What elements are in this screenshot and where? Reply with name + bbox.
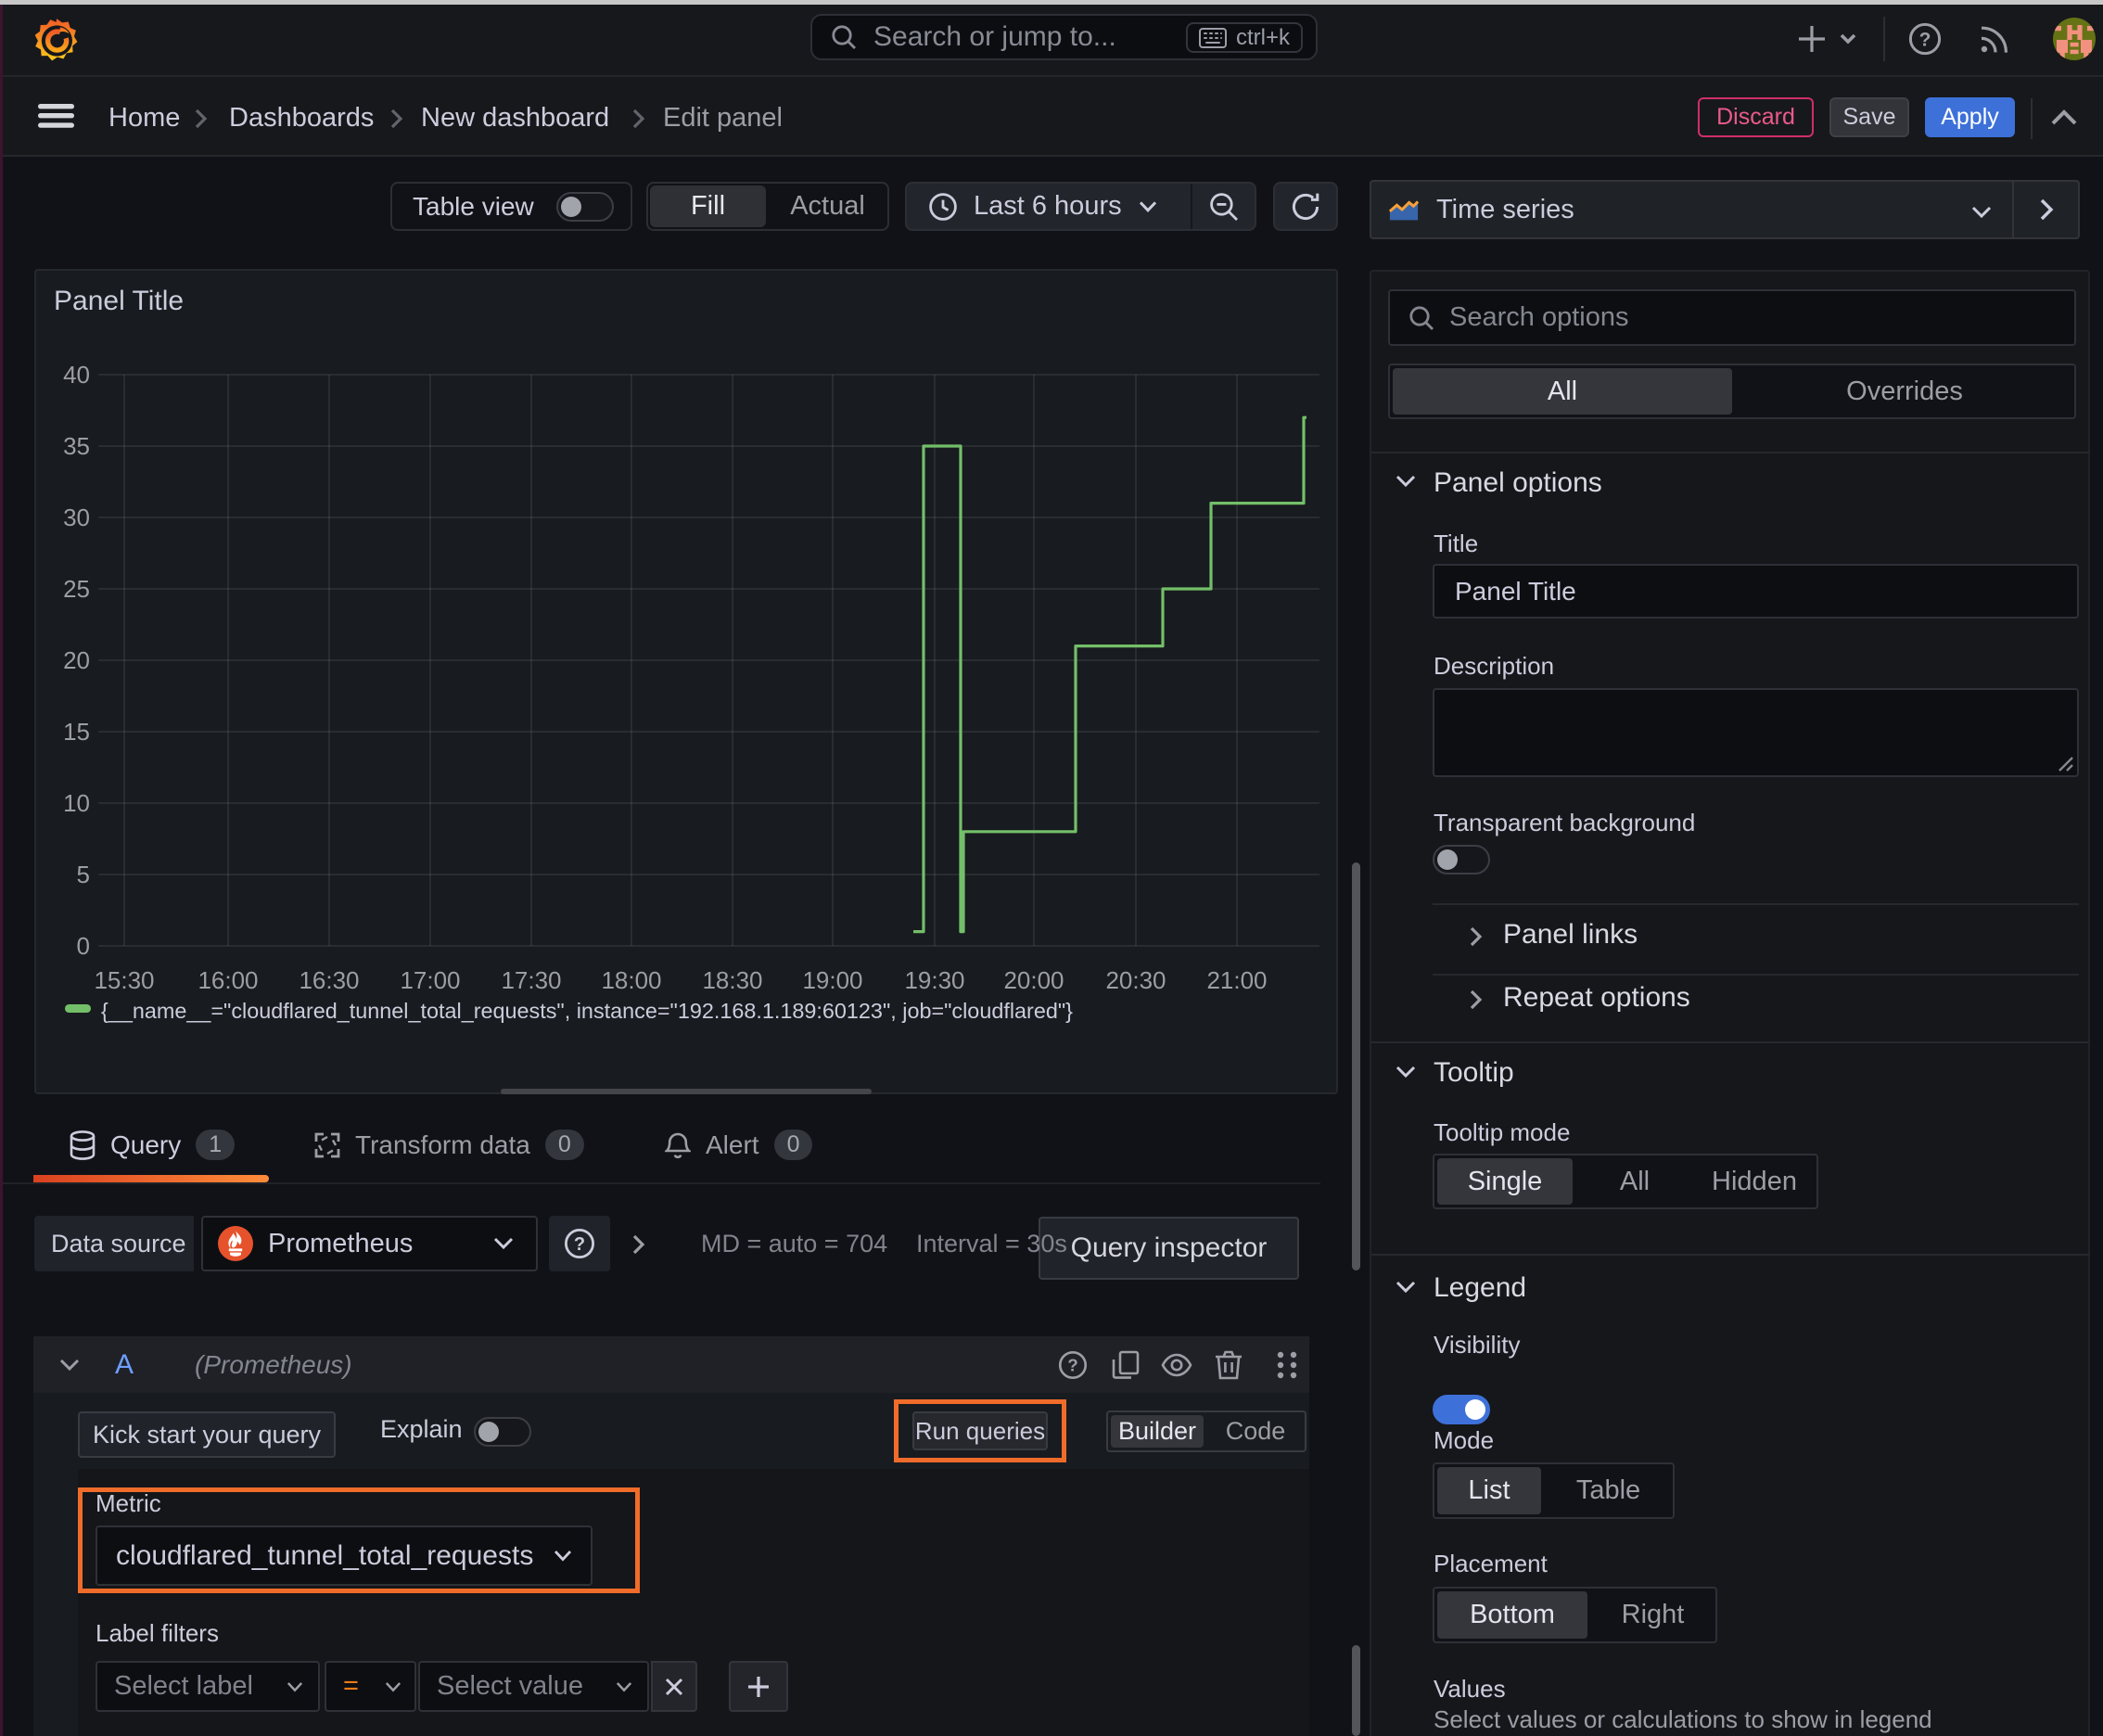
svg-text:16:30: 16:30 bbox=[299, 966, 359, 994]
svg-text:30: 30 bbox=[63, 504, 90, 531]
svg-text:20:00: 20:00 bbox=[1003, 966, 1064, 994]
svg-text:15: 15 bbox=[63, 718, 90, 746]
svg-text:19:30: 19:30 bbox=[904, 966, 964, 994]
svg-text:19:00: 19:00 bbox=[802, 966, 862, 994]
svg-text:21:00: 21:00 bbox=[1206, 966, 1267, 994]
svg-text:15:30: 15:30 bbox=[94, 966, 154, 994]
svg-text:0: 0 bbox=[77, 932, 90, 960]
svg-text:{__name__="cloudflared_tunnel_: {__name__="cloudflared_tunnel_total_requ… bbox=[101, 999, 1073, 1023]
svg-text:20:30: 20:30 bbox=[1105, 966, 1166, 994]
svg-text:35: 35 bbox=[63, 432, 90, 460]
svg-text:5: 5 bbox=[77, 861, 90, 888]
svg-text:?: ? bbox=[1919, 30, 1931, 51]
svg-text:17:00: 17:00 bbox=[400, 966, 460, 994]
svg-text:20: 20 bbox=[63, 646, 90, 674]
svg-text:18:00: 18:00 bbox=[601, 966, 661, 994]
svg-text:40: 40 bbox=[63, 361, 90, 389]
svg-text:17:30: 17:30 bbox=[501, 966, 561, 994]
svg-text:25: 25 bbox=[63, 575, 90, 603]
svg-text:16:00: 16:00 bbox=[198, 966, 258, 994]
svg-text:18:30: 18:30 bbox=[702, 966, 762, 994]
svg-text:?: ? bbox=[574, 1234, 585, 1255]
svg-text:10: 10 bbox=[63, 789, 90, 817]
svg-text:?: ? bbox=[1067, 1356, 1078, 1375]
